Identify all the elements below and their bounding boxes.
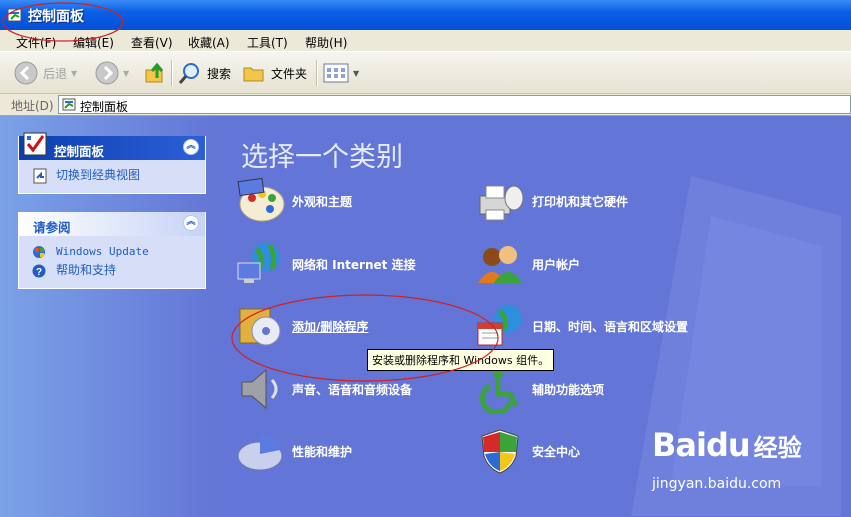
forward-arrow-icon (95, 61, 119, 85)
address-value: 控制面板 (80, 100, 129, 114)
control-panel-box: 控制面板 ︽ 切换到经典视图 (18, 132, 206, 194)
user-accounts-icon (478, 246, 522, 283)
collapse-chevron-icon[interactable]: ︽ (183, 139, 199, 155)
category-network-internet[interactable]: 网络和 Internet 连接 (236, 239, 416, 289)
views-grid-icon (323, 63, 349, 83)
svg-text:?: ? (36, 267, 42, 278)
printer-icon (479, 185, 524, 221)
control-panel-icon (62, 98, 77, 115)
performance-icon (237, 436, 283, 471)
menu-favorites[interactable]: 收藏(A) (188, 34, 230, 51)
folders-label: 文件夹 (271, 66, 308, 81)
control-panel-icon (21, 130, 51, 161)
views-button[interactable]: ▼ (323, 59, 359, 87)
network-icon (237, 243, 280, 283)
search-label: 搜索 (207, 66, 232, 81)
classic-view-icon (32, 168, 48, 190)
address-bar: 地址(D) 控制面板 (0, 94, 851, 116)
security-center-icon (481, 429, 519, 474)
appearance-icon (237, 177, 285, 222)
panel-header[interactable]: 控制面板 ︽ (19, 132, 205, 160)
panel-header[interactable]: 请参阅 ︽ (19, 212, 205, 236)
category-performance-maintenance[interactable]: 性能和维护 (236, 426, 352, 476)
see-also-box: 请参阅 ︽ Windows Update ? 帮助和支持 (18, 212, 206, 289)
paw-logo: du (705, 426, 751, 464)
search-icon (178, 63, 199, 84)
annotation-ellipse-add-remove (231, 294, 499, 382)
folders-button[interactable]: 文件夹 (242, 59, 307, 87)
back-arrow-icon (14, 61, 38, 85)
collapse-chevron-icon[interactable]: ︽ (183, 215, 199, 231)
baidu-watermark: Baidu 经验 jingyan.baidu.com (652, 426, 802, 492)
chevron-down-icon[interactable]: ▼ (353, 69, 359, 78)
folder-up-icon (145, 62, 164, 83)
toolbar-separator (171, 60, 173, 86)
back-button[interactable]: 后退 ▼ (14, 59, 77, 87)
search-button[interactable]: 搜索 (178, 59, 231, 87)
help-icon: ? (32, 263, 48, 285)
menu-help[interactable]: 帮助(H) (305, 34, 347, 51)
panel-title: 请参阅 (33, 220, 71, 235)
category-printers-hardware[interactable]: 打印机和其它硬件 (476, 176, 628, 226)
up-button[interactable] (143, 59, 167, 87)
help-support-link[interactable]: ? 帮助和支持 (19, 261, 205, 280)
switch-classic-view-link[interactable]: 切换到经典视图 (19, 166, 205, 185)
chevron-down-icon[interactable]: ▼ (71, 69, 77, 78)
windows-update-link[interactable]: Windows Update (19, 242, 205, 261)
chevron-down-icon[interactable]: ▼ (123, 69, 129, 78)
panel-title: 控制面板 (54, 144, 105, 159)
category-appearance[interactable]: 外观和主题 (236, 176, 352, 226)
category-user-accounts[interactable]: 用户帐户 (476, 239, 580, 289)
category-security-center[interactable]: 安全中心 (476, 426, 580, 476)
task-pane: 控制面板 ︽ 切换到经典视图 请参阅 ︽ Windows Update ? 帮助… (0, 116, 218, 517)
back-label: 后退 (43, 66, 68, 81)
address-field[interactable]: 控制面板 (58, 95, 851, 114)
folder-icon (243, 67, 264, 82)
forward-button[interactable]: ▼ (95, 59, 129, 87)
toolbar: 后退 ▼ ▼ 搜索 文件夹 ▼ (0, 52, 851, 94)
address-label: 地址(D) (11, 99, 54, 113)
menu-tools[interactable]: 工具(T) (247, 34, 288, 51)
page-heading: 选择一个类别 (241, 142, 403, 173)
annotation-ellipse-title (2, 2, 124, 42)
toolbar-separator (316, 60, 318, 86)
